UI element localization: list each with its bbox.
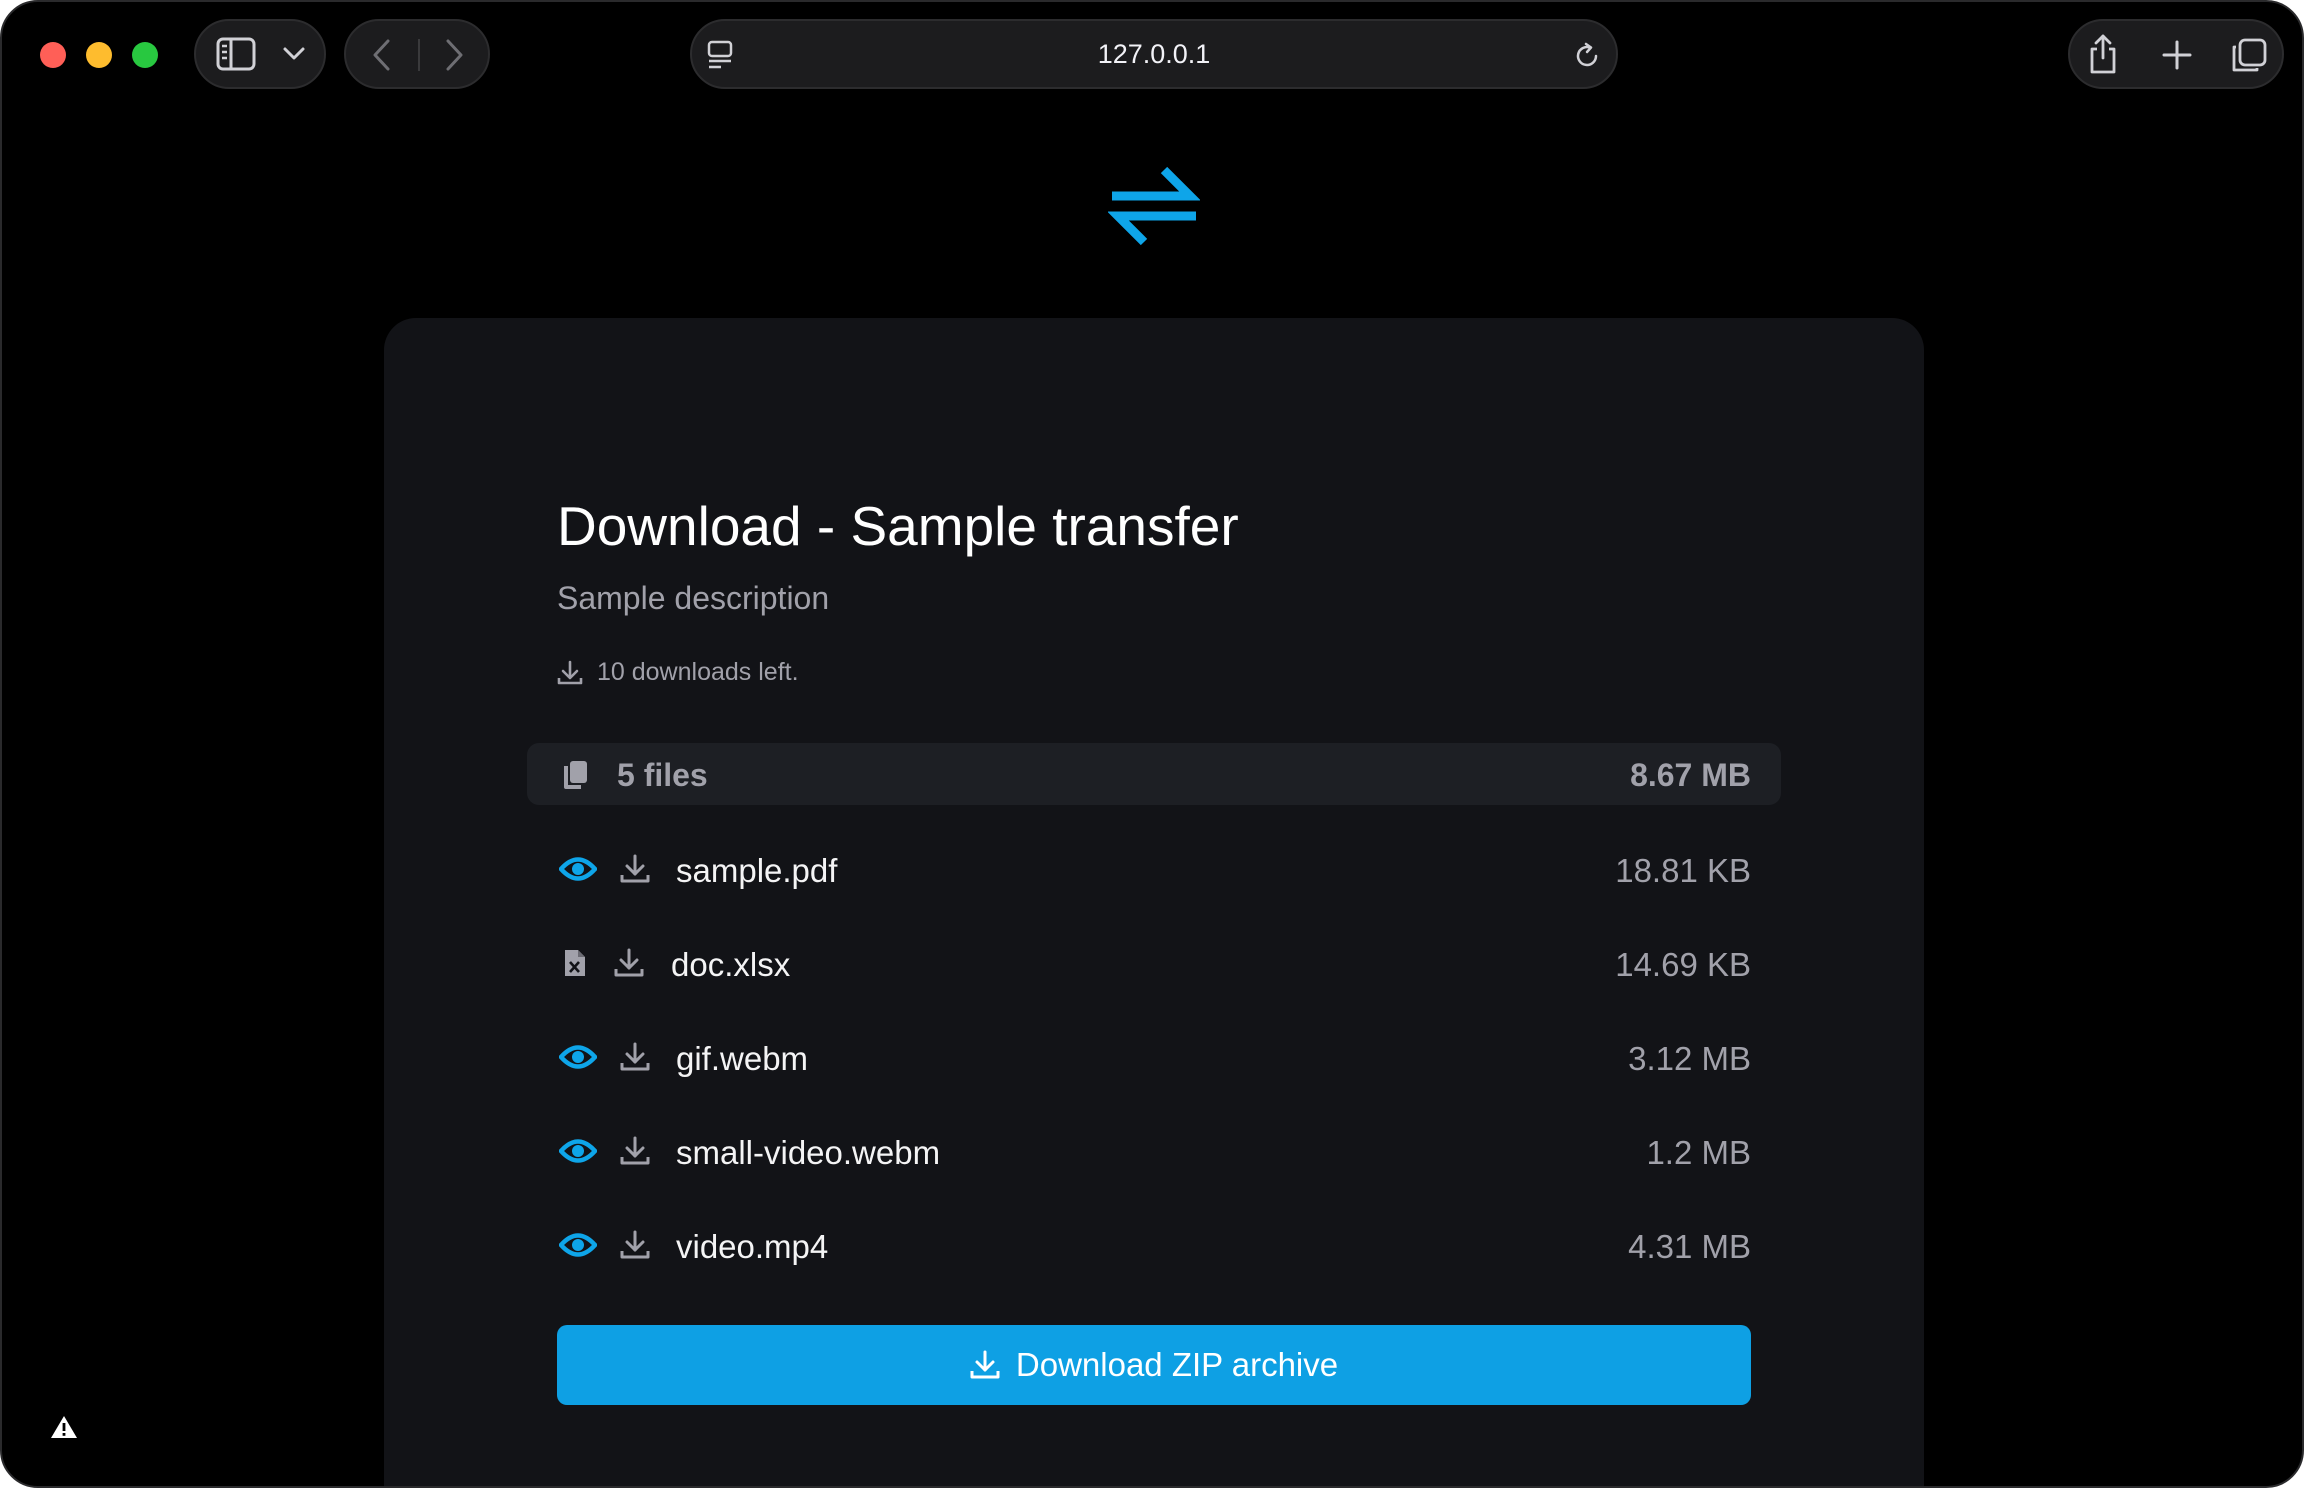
download-icon [557, 660, 583, 684]
files-summary: 5 files 8.67 MB [527, 743, 1781, 805]
eye-icon[interactable] [559, 1136, 597, 1166]
file-size: 3.12 MB [1628, 1040, 1751, 1077]
forward-icon[interactable] [442, 38, 466, 72]
file-row: gif.webm 3.12 MB [557, 1028, 1751, 1088]
eye-icon[interactable] [559, 854, 597, 884]
files-icon [564, 761, 587, 789]
total-size: 8.67 MB [1630, 757, 1751, 793]
download-icon[interactable] [620, 1042, 650, 1072]
download-icon[interactable] [614, 948, 644, 978]
file-row: video.mp4 4.31 MB [557, 1216, 1751, 1276]
browser-toolbar: 127.0.0.1 [2, 2, 2302, 106]
tab-overview-icon[interactable] [2230, 37, 2268, 75]
chevron-down-icon[interactable] [282, 45, 306, 63]
address-bar[interactable]: 127.0.0.1 [690, 19, 1618, 89]
share-icon[interactable] [2086, 33, 2120, 75]
eye-icon[interactable] [559, 1230, 597, 1260]
file-name[interactable]: doc.xlsx [671, 946, 790, 984]
page-title: Download - Sample transfer [557, 495, 1239, 557]
file-row: small-video.webm 1.2 MB [557, 1122, 1751, 1182]
files-count: 5 files [617, 757, 708, 793]
file-row: doc.xlsx 14.69 KB [557, 934, 1751, 994]
file-name[interactable]: small-video.webm [676, 1134, 940, 1172]
toolbar-actions [2068, 19, 2284, 89]
download-zip-button[interactable]: Download ZIP archive [557, 1325, 1751, 1405]
minimize-window-button[interactable] [86, 42, 112, 68]
zoom-window-button[interactable] [132, 42, 158, 68]
download-icon[interactable] [620, 1230, 650, 1260]
navigation-buttons [344, 19, 490, 89]
download-icon [970, 1350, 1000, 1379]
file-size: 1.2 MB [1646, 1134, 1751, 1171]
new-tab-icon[interactable] [2160, 38, 2194, 72]
reload-icon[interactable] [1572, 41, 1602, 71]
file-size: 14.69 KB [1615, 946, 1751, 983]
back-icon[interactable] [370, 38, 394, 72]
downloads-left-text: 10 downloads left. [597, 658, 799, 686]
file-size: 4.31 MB [1628, 1228, 1751, 1265]
downloads-left-info: 10 downloads left. [557, 658, 799, 687]
file-name[interactable]: video.mp4 [676, 1228, 828, 1266]
transfer-logo-icon [1108, 166, 1200, 246]
download-icon[interactable] [620, 854, 650, 884]
warning-icon[interactable] [50, 1414, 78, 1440]
sidebar-icon [216, 37, 256, 71]
excel-file-icon [565, 950, 585, 976]
close-window-button[interactable] [40, 42, 66, 68]
browser-window: 127.0.0.1 Download - Sample transfer Sam… [0, 0, 2304, 1488]
download-icon[interactable] [620, 1136, 650, 1166]
file-size: 18.81 KB [1615, 852, 1751, 889]
file-name[interactable]: gif.webm [676, 1040, 808, 1078]
file-name[interactable]: sample.pdf [676, 852, 837, 890]
eye-icon[interactable] [559, 1042, 597, 1072]
url-text: 127.0.0.1 [1097, 39, 1211, 69]
transfer-description: Sample description [557, 580, 830, 616]
nav-divider [418, 39, 420, 71]
file-row: sample.pdf 18.81 KB [557, 840, 1751, 900]
sidebar-toggle-button[interactable] [194, 19, 326, 89]
download-zip-label: Download ZIP archive [1015, 1346, 1339, 1383]
